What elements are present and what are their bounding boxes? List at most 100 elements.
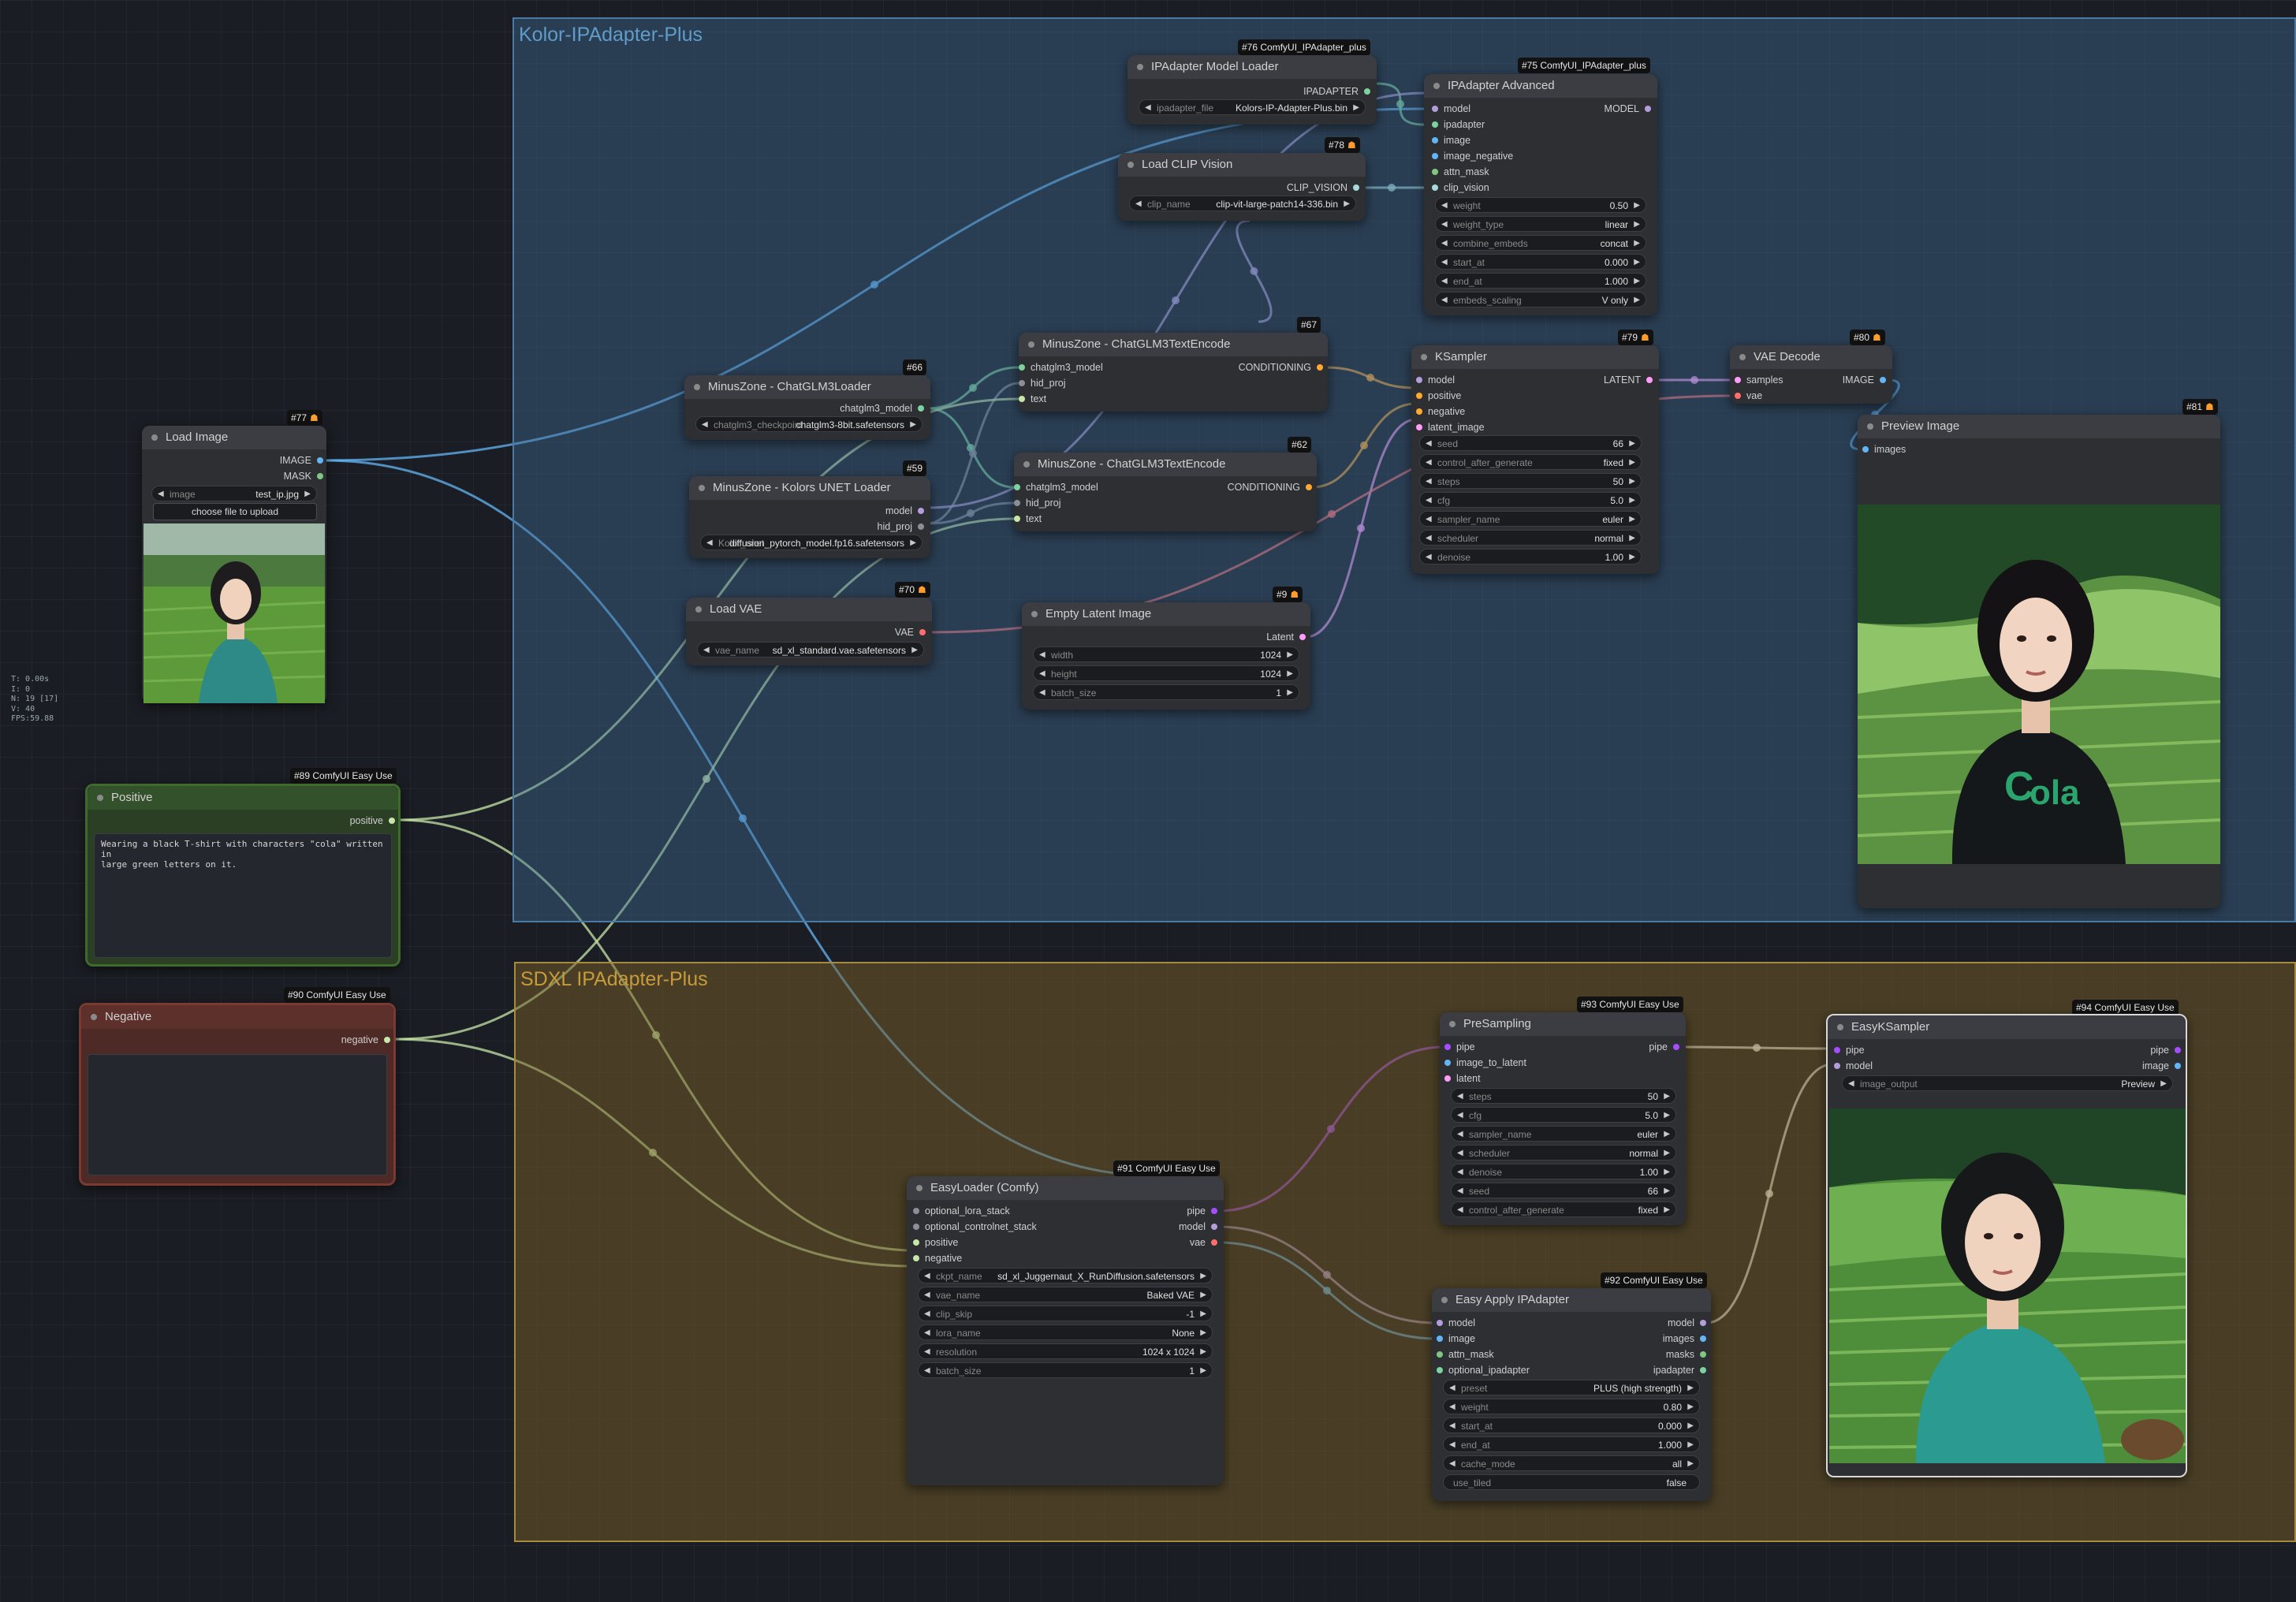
node-vae-decode[interactable]: VAE Decode samples vae IMAGE <box>1730 345 1892 404</box>
input-positive[interactable]: positive <box>913 1235 958 1250</box>
output-pipe[interactable]: pipe <box>2150 1042 2181 1058</box>
node-easy-ksampler[interactable]: EasyKSampler pipe model pipe image ◀ imag… <box>1826 1014 2187 1477</box>
upload-button[interactable]: choose file to upload <box>153 503 317 520</box>
node-title[interactable]: EasyLoader (Comfy) <box>907 1176 1224 1200</box>
node-title[interactable]: KSampler <box>1411 345 1659 369</box>
node-title[interactable]: Load Image <box>142 426 326 449</box>
widget-resolution[interactable]: ◀ resolution 1024 x 1024 ▶ <box>918 1343 1213 1359</box>
widget-combine-embeds[interactable]: ◀ combine_embeds concat ▶ <box>1435 235 1646 251</box>
input-model[interactable]: model <box>1834 1058 1873 1074</box>
node-presampling[interactable]: PreSampling pipe image_to_latent latent … <box>1440 1012 1686 1225</box>
node-negative-prompt[interactable]: Negative negative <box>79 1003 396 1186</box>
node-easy-apply-ipadapter[interactable]: Easy Apply IPAdapter model image attn_ma… <box>1432 1288 1711 1501</box>
node-title[interactable]: Load CLIP Vision <box>1118 153 1366 177</box>
input-attn-mask[interactable]: attn_mask <box>1432 164 1489 180</box>
node-load-vae[interactable]: Load VAE VAE ◀ vae_name sd_xl_standard.vae… <box>686 598 932 665</box>
output-mask[interactable]: MASK <box>284 468 323 484</box>
node-load-image[interactable]: Load Image IMAGE MASK ◀ image test_ip.jpg ▶… <box>142 426 326 703</box>
node-ipadapter-advanced[interactable]: IPAdapter Advanced model ipadapter image… <box>1424 74 1657 315</box>
input-model[interactable]: model <box>1432 101 1470 117</box>
output-clip-vision[interactable]: CLIP_VISION <box>1287 180 1359 196</box>
widget-lora-name[interactable]: ◀ lora_name None ▶ <box>918 1324 1213 1340</box>
input-latent[interactable]: latent <box>1444 1071 1481 1086</box>
input-pipe[interactable]: pipe <box>1444 1039 1475 1055</box>
input-vae[interactable]: vae <box>1735 388 1762 404</box>
input-model[interactable]: model <box>1416 372 1455 388</box>
output-model[interactable]: model <box>885 503 924 519</box>
node-preview-image[interactable]: Preview Image images C ola <box>1858 415 2220 908</box>
widget-control-after-generate[interactable]: ◀ control_after_generate fixed ▶ <box>1419 454 1642 470</box>
input-latent-image[interactable]: latent_image <box>1416 419 1485 435</box>
input-chatglm3-model[interactable]: chatglm3_model <box>1014 479 1098 495</box>
widget-ckpt-name[interactable]: ◀ ckpt_name sd_xl_Juggernaut_X_RunDiffusio… <box>918 1268 1213 1283</box>
widget-sampler-name[interactable]: ◀ sampler_name euler ▶ <box>1419 511 1642 527</box>
input-samples[interactable]: samples <box>1735 372 1784 388</box>
input-pipe[interactable]: pipe <box>1834 1042 1865 1058</box>
node-chatglm3-loader[interactable]: MinusZone - ChatGLM3Loader chatglm3_mode… <box>684 375 930 440</box>
input-clip-vision[interactable]: clip_vision <box>1432 180 1489 196</box>
node-title[interactable]: VAE Decode <box>1730 345 1892 369</box>
widget-weight[interactable]: ◀ weight 0.80 ▶ <box>1443 1399 1700 1414</box>
node-ipadapter-model-loader[interactable]: IPAdapter Model Loader IPADAPTER ◀ ipadap… <box>1128 55 1377 125</box>
input-hid-proj[interactable]: hid_proj <box>1014 495 1060 511</box>
positive-prompt-textarea[interactable]: Wearing a black T-shirt with characters … <box>94 833 392 958</box>
widget-unet-name[interactable]: ◀ Kolor_unet diffusion_pytorch_model.fp16.… <box>700 535 922 550</box>
output-images[interactable]: images <box>1663 1331 1706 1347</box>
widget-preset[interactable]: ◀ preset PLUS (high strength) ▶ <box>1443 1380 1700 1395</box>
input-hid-proj[interactable]: hid_proj <box>1019 375 1065 391</box>
widget-weight-type[interactable]: ◀ weight_type linear ▶ <box>1435 216 1646 232</box>
input-image[interactable]: image <box>1432 132 1470 148</box>
toggle-use-tiled[interactable]: use_tiled false <box>1443 1474 1700 1490</box>
node-title[interactable]: PreSampling <box>1440 1012 1686 1036</box>
input-negative[interactable]: negative <box>1416 404 1465 419</box>
output-conditioning[interactable]: CONDITIONING <box>1228 479 1312 495</box>
node-positive-prompt[interactable]: Positive positive Wearing a black T-shir… <box>85 784 401 967</box>
node-title[interactable]: Easy Apply IPAdapter <box>1432 1288 1711 1312</box>
input-optional-ipadapter[interactable]: optional_ipadapter <box>1437 1362 1530 1378</box>
node-easy-loader[interactable]: EasyLoader (Comfy) optional_lora_stack o… <box>907 1176 1224 1485</box>
node-title[interactable]: MinusZone - ChatGLM3TextEncode <box>1019 333 1328 356</box>
input-positive[interactable]: positive <box>1416 388 1461 404</box>
output-latent[interactable]: LATENT <box>1604 372 1653 388</box>
widget-sampler-name[interactable]: ◀ sampler_name euler ▶ <box>1451 1126 1676 1142</box>
output-masks[interactable]: masks <box>1666 1347 1706 1362</box>
widget-chatglm3-checkpoint[interactable]: ◀ chatglm3_checkpoint chatglm3-8bit.safete… <box>695 416 922 432</box>
widget-start-at[interactable]: ◀ start_at 0.000 ▶ <box>1435 254 1646 270</box>
input-text[interactable]: text <box>1014 511 1042 527</box>
widget-control-after-generate[interactable]: ◀ control_after_generate fixed ▶ <box>1451 1202 1676 1217</box>
node-title[interactable]: MinusZone - ChatGLM3TextEncode <box>1014 453 1317 476</box>
input-image-negative[interactable]: image_negative <box>1432 148 1513 164</box>
output-negative[interactable]: negative <box>341 1032 390 1048</box>
input-negative[interactable]: negative <box>913 1250 962 1266</box>
node-empty-latent-image[interactable]: Empty Latent Image Latent ◀ width 1024 ▶ ◀ h… <box>1022 602 1310 710</box>
widget-start-at[interactable]: ◀ start_at 0.000 ▶ <box>1443 1418 1700 1433</box>
input-text[interactable]: text <box>1019 391 1046 407</box>
widget-scheduler[interactable]: ◀ scheduler normal ▶ <box>1451 1145 1676 1161</box>
input-model[interactable]: model <box>1437 1315 1475 1331</box>
output-pipe[interactable]: pipe <box>1649 1039 1679 1055</box>
output-vae[interactable]: VAE <box>895 624 926 640</box>
input-optional-lora-stack[interactable]: optional_lora_stack <box>913 1203 1010 1219</box>
node-chatglm3-text-encode-negative[interactable]: MinusZone - ChatGLM3TextEncode chatglm3_… <box>1014 453 1317 531</box>
widget-weight[interactable]: ◀ weight 0.50 ▶ <box>1435 197 1646 213</box>
widget-ipadapter-file[interactable]: ◀ ipadapter_file Kolors-IP-Adapter-Plus.bi… <box>1139 99 1366 115</box>
input-attn-mask[interactable]: attn_mask <box>1437 1347 1494 1362</box>
widget-batch-size[interactable]: ◀ batch_size 1 ▶ <box>1033 684 1299 700</box>
input-images[interactable]: images <box>1862 441 1906 457</box>
widget-cfg[interactable]: ◀ cfg 5.0 ▶ <box>1419 492 1642 508</box>
widget-end-at[interactable]: ◀ end_at 1.000 ▶ <box>1435 273 1646 289</box>
node-title[interactable]: MinusZone - Kolors UNET Loader <box>689 476 930 500</box>
input-optional-controlnet-stack[interactable]: optional_controlnet_stack <box>913 1219 1037 1235</box>
widget-end-at[interactable]: ◀ end_at 1.000 ▶ <box>1443 1436 1700 1452</box>
node-load-clip-vision[interactable]: Load CLIP Vision CLIP_VISION ◀ clip_name c… <box>1118 153 1366 221</box>
input-ipadapter[interactable]: ipadapter <box>1432 117 1485 132</box>
widget-batch-size[interactable]: ◀ batch_size 1 ▶ <box>918 1362 1213 1378</box>
widget-clip-name[interactable]: ◀ clip_name clip-vit-large-patch14-336.bin… <box>1129 196 1356 211</box>
output-image[interactable]: image <box>2142 1058 2181 1074</box>
widget-cache-mode[interactable]: ◀ cache_mode all ▶ <box>1443 1455 1700 1471</box>
widget-image[interactable]: ◀ image test_ip.jpg ▶ <box>151 486 317 501</box>
node-title[interactable]: IPAdapter Advanced <box>1424 74 1657 98</box>
widget-denoise[interactable]: ◀ denoise 1.00 ▶ <box>1451 1164 1676 1179</box>
widget-image-output[interactable]: ◀ image_output Preview ▶ <box>1842 1075 2173 1091</box>
negative-prompt-textarea[interactable] <box>88 1054 387 1175</box>
